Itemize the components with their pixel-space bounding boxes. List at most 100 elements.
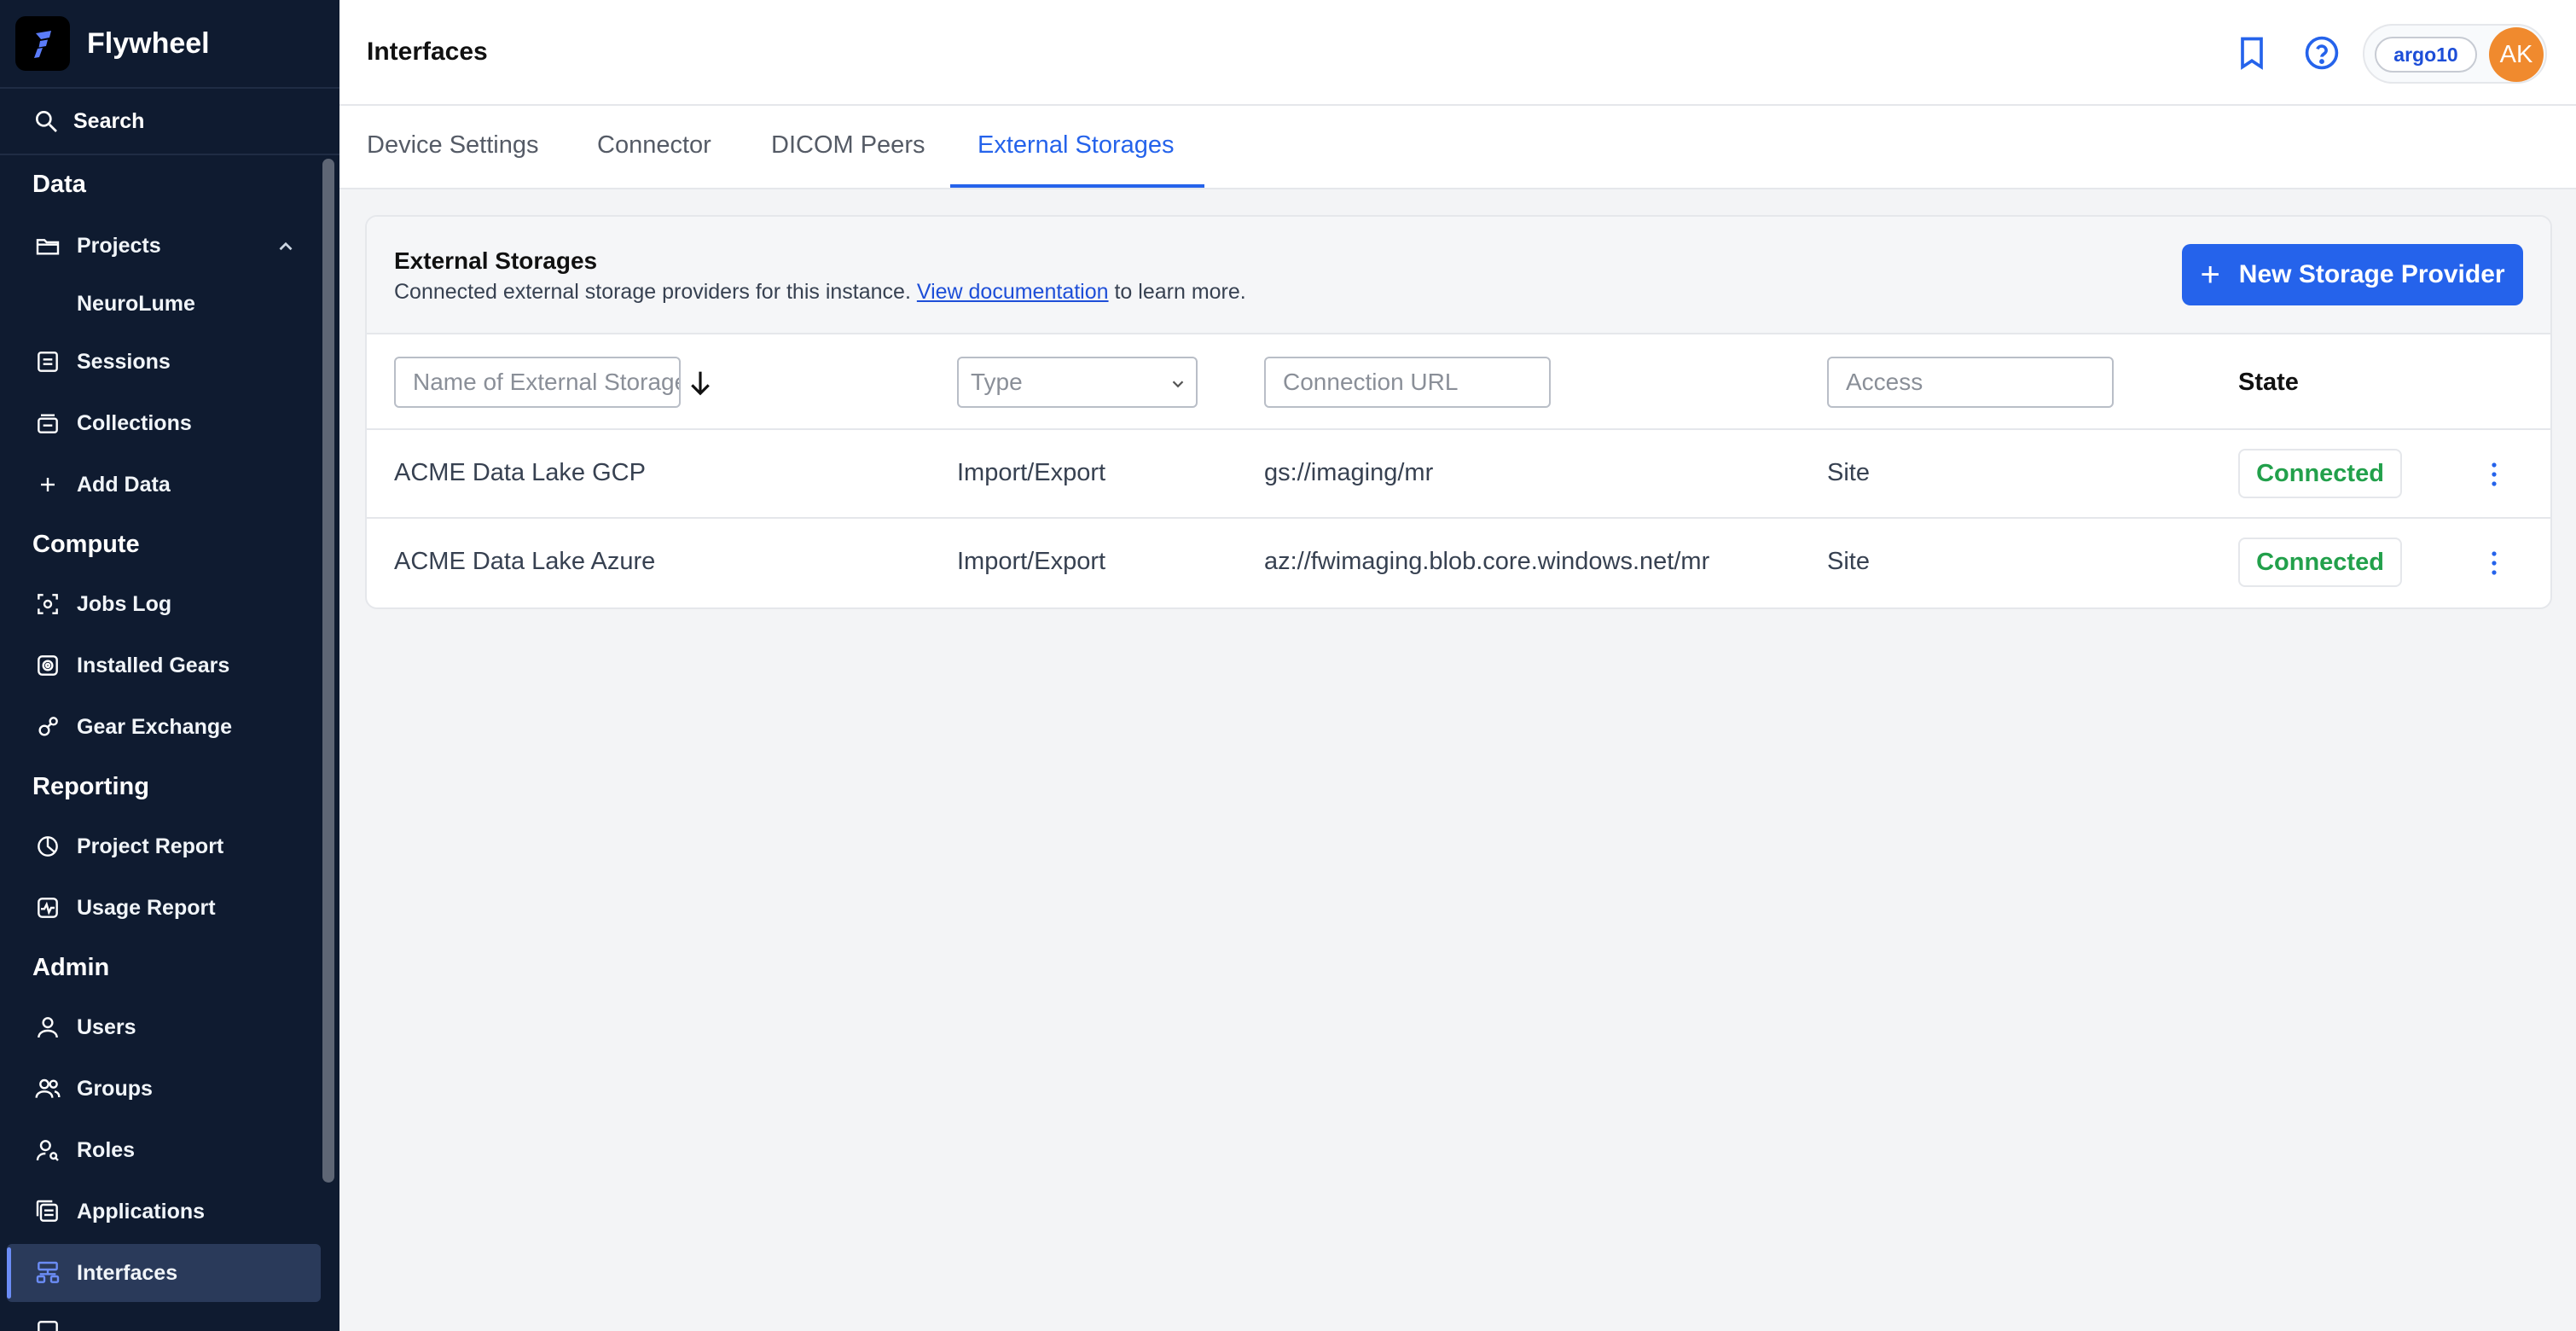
- table-row[interactable]: ACME Data Lake Azure Import/Export az://…: [367, 519, 2550, 607]
- data-views-icon: [32, 1316, 63, 1331]
- storage-url: gs://imaging/mr: [1264, 459, 1434, 486]
- card-description: Connected external storage providers for…: [394, 280, 1246, 305]
- help-icon[interactable]: [2303, 34, 2341, 72]
- user-menu[interactable]: argo10 AK: [2363, 24, 2547, 84]
- tab-active-underline: [950, 184, 1204, 188]
- name-filter-input[interactable]: Name of External Storage: [394, 357, 681, 408]
- sidebar-item-groups[interactable]: Groups: [32, 1072, 153, 1106]
- sidebar-item-label: Collections: [77, 410, 192, 435]
- sidebar-brand[interactable]: Flywheel: [0, 0, 339, 89]
- sidebar-item-label: Groups: [77, 1076, 153, 1101]
- more-vertical-icon[interactable]: [2486, 544, 2503, 582]
- user-key-icon: [32, 1135, 63, 1165]
- sidebar-item-applications[interactable]: Applications: [32, 1194, 205, 1229]
- sidebar-search[interactable]: Search: [0, 89, 339, 155]
- storage-url: az://fwimaging.blob.core.windows.net/mr: [1264, 548, 1710, 575]
- status-badge: Connected: [2238, 538, 2402, 587]
- sidebar-item-users[interactable]: Users: [32, 1010, 136, 1044]
- sidebar: Flywheel Search Data Projects NeuroLume …: [0, 0, 339, 1331]
- storage-name: ACME Data Lake Azure: [394, 548, 656, 575]
- sidebar-item-neurolume[interactable]: NeuroLume: [77, 292, 195, 317]
- sort-arrow-down-icon[interactable]: [688, 369, 713, 402]
- storage-access: Site: [1827, 548, 1870, 575]
- card-header: External Storages Connected external sto…: [367, 217, 2550, 334]
- card-title: External Storages: [394, 247, 598, 274]
- connection-url-filter-input[interactable]: Connection URL: [1264, 357, 1551, 408]
- avatar[interactable]: AK: [2489, 27, 2544, 82]
- sidebar-item-projects[interactable]: Projects: [32, 229, 161, 263]
- plus-icon: +: [2200, 255, 2220, 294]
- state-column-header: State: [2238, 369, 2299, 396]
- type-filter-select[interactable]: Type: [957, 357, 1198, 408]
- sidebar-item-jobs-log[interactable]: Jobs Log: [32, 587, 171, 621]
- storage-type: Import/Export: [957, 459, 1106, 486]
- plus-icon: [32, 469, 63, 500]
- sidebar-item-label: Users: [77, 1014, 136, 1039]
- org-badge[interactable]: argo10: [2375, 37, 2477, 73]
- user-icon: [32, 1012, 63, 1043]
- users-icon: [32, 1073, 63, 1104]
- filter-row: Name of External Storage Type Connection…: [367, 334, 2550, 430]
- storage-access: Site: [1827, 459, 1870, 486]
- collections-icon: [32, 408, 63, 439]
- sidebar-item-label: Usage Report: [77, 895, 216, 920]
- sidebar-item-label: Applications: [77, 1199, 206, 1223]
- sidebar-scrollbar[interactable]: [322, 159, 334, 1183]
- sidebar-search-label: Search: [73, 108, 145, 133]
- sidebar-item-label: Projects: [77, 233, 161, 258]
- storage-type: Import/Export: [957, 548, 1106, 575]
- sidebar-item-gear-exchange[interactable]: Gear Exchange: [32, 710, 232, 744]
- activity-icon: [32, 892, 63, 923]
- tab-bar: Device Settings Connector DICOM Peers Ex…: [339, 106, 2576, 189]
- folder-icon: [32, 230, 63, 261]
- sidebar-item-label: Jobs Log: [77, 591, 172, 616]
- gear-icon: [32, 650, 63, 681]
- new-storage-provider-button[interactable]: + New Storage Provider: [2182, 244, 2523, 305]
- section-data: Data: [32, 171, 86, 198]
- search-icon: [32, 108, 60, 135]
- tab-device-settings[interactable]: Device Settings: [367, 131, 539, 160]
- sidebar-item-label: Gear Exchange: [77, 714, 233, 739]
- chevron-up-icon[interactable]: [275, 235, 297, 262]
- pie-chart-icon: [32, 831, 63, 862]
- sidebar-item-project-report[interactable]: Project Report: [32, 829, 223, 863]
- chevron-down-icon: [1169, 372, 1187, 399]
- sidebar-item-label: Roles: [77, 1137, 136, 1162]
- sidebar-item-label: Installed Gears: [77, 653, 230, 677]
- sidebar-item-collections[interactable]: Collections: [32, 406, 192, 440]
- tab-dicom-peers[interactable]: DICOM Peers: [771, 131, 925, 160]
- view-documentation-link[interactable]: View documentation: [917, 280, 1109, 304]
- brand-name: Flywheel: [87, 26, 210, 60]
- sidebar-item-label: Interfaces: [77, 1260, 178, 1285]
- tab-connector[interactable]: Connector: [597, 131, 711, 160]
- sidebar-item-installed-gears[interactable]: Installed Gears: [32, 648, 229, 683]
- sidebar-item-interfaces[interactable]: Interfaces: [32, 1256, 177, 1290]
- external-storages-card: External Storages Connected external sto…: [365, 215, 2552, 609]
- gear-exchange-icon: [32, 712, 63, 742]
- interfaces-icon: [32, 1258, 63, 1288]
- section-compute: Compute: [32, 531, 140, 558]
- tab-external-storages[interactable]: External Storages: [978, 131, 1175, 160]
- sidebar-item-label: Sessions: [77, 349, 171, 374]
- sidebar-item-partial[interactable]: [32, 1314, 77, 1331]
- flywheel-logo-icon: [15, 16, 70, 71]
- sidebar-item-roles[interactable]: Roles: [32, 1133, 135, 1167]
- sidebar-item-add-data[interactable]: Add Data: [32, 468, 171, 502]
- access-filter-input[interactable]: Access: [1827, 357, 2114, 408]
- top-header: Interfaces argo10 AK: [339, 0, 2576, 106]
- new-storage-provider-label: New Storage Provider: [2238, 260, 2505, 288]
- sidebar-item-sessions[interactable]: Sessions: [32, 345, 171, 379]
- section-reporting: Reporting: [32, 773, 149, 800]
- card-description-text: Connected external storage providers for…: [394, 280, 911, 304]
- type-filter-label: Type: [971, 369, 1023, 395]
- section-admin: Admin: [32, 954, 110, 981]
- sidebar-item-usage-report[interactable]: Usage Report: [32, 891, 216, 925]
- more-vertical-icon[interactable]: [2486, 456, 2503, 493]
- sidebar-item-label: Project Report: [77, 834, 224, 858]
- bookmark-icon[interactable]: [2233, 34, 2271, 72]
- sidebar-active-indicator: [7, 1247, 11, 1299]
- card-description-suffix: to learn more.: [1114, 280, 1246, 304]
- storage-name: ACME Data Lake GCP: [394, 459, 646, 486]
- table-row[interactable]: ACME Data Lake GCP Import/Export gs://im…: [367, 430, 2550, 519]
- applications-icon: [32, 1196, 63, 1227]
